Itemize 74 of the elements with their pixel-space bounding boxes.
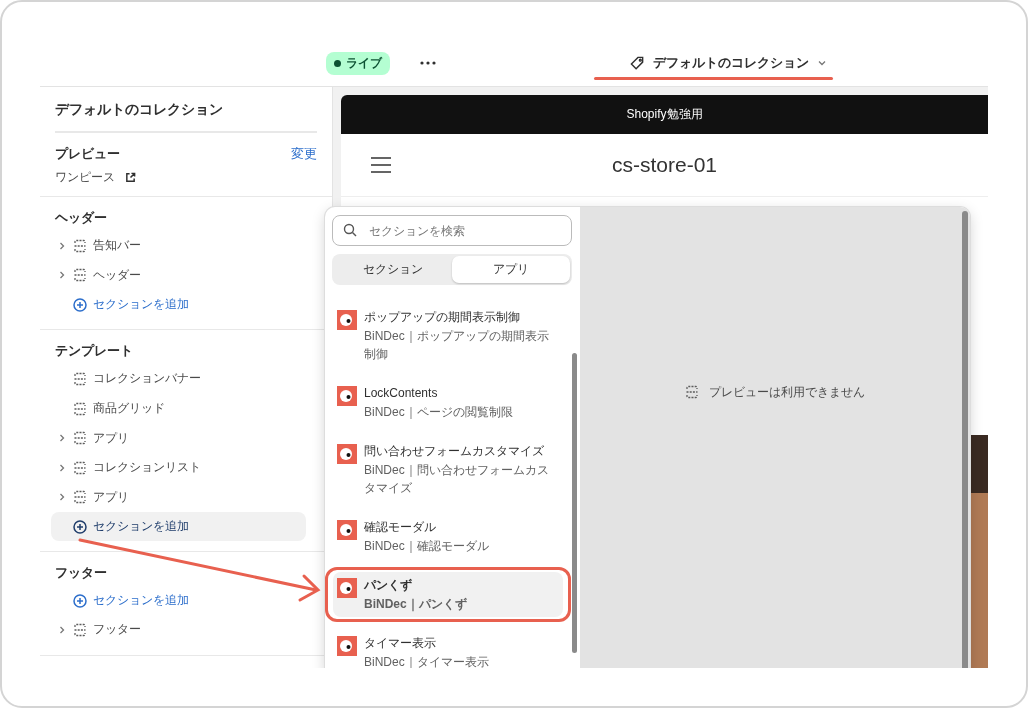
section-icon: [73, 431, 87, 446]
section-item[interactable]: コレクションバナー: [55, 364, 317, 394]
plus-icon: [73, 297, 87, 312]
app-subtitle: BiNDec｜ページの閲覧制限: [364, 404, 513, 421]
tag-icon: [630, 55, 645, 71]
app-title: 確認モーダル: [364, 519, 437, 536]
add-section-button[interactable]: セクションを追加: [51, 586, 306, 616]
section-item[interactable]: フッター: [55, 615, 317, 645]
app-list-item[interactable]: ポップアップの期間表示制御 BiNDec｜ポップアップの期間表示制御: [333, 304, 563, 367]
group-heading: テンプレート: [55, 342, 134, 361]
preview-item: ワンピース: [55, 169, 115, 186]
more-icon[interactable]: [420, 61, 436, 65]
chevron-down-icon: [817, 58, 827, 68]
external-link-icon[interactable]: [125, 172, 136, 183]
group-heading: フッター: [55, 564, 108, 583]
app-logo-icon: [337, 520, 357, 540]
section-item[interactable]: ヘッダー: [55, 260, 317, 291]
app-list-item[interactable]: 問い合わせフォームカスタマイズ BiNDec｜問い合わせフォームカスタマイズ: [333, 438, 563, 501]
app-logo-icon: [337, 386, 357, 406]
status-badge: ライブ: [326, 51, 390, 75]
menu-icon[interactable]: [371, 157, 391, 173]
plus-icon: [73, 593, 87, 608]
app-subtitle: BiNDec｜問い合わせフォームカスタマイズ: [364, 462, 550, 497]
section-item[interactable]: コレクションリスト: [55, 452, 317, 483]
section-item[interactable]: 告知バー: [55, 231, 317, 261]
tab[interactable]: アプリ: [452, 256, 570, 283]
section-icon: [73, 460, 87, 475]
section-item[interactable]: アプリ: [55, 423, 317, 453]
template-selector[interactable]: デフォルトのコレクション: [620, 50, 837, 76]
app-subtitle: BiNDec｜確認モーダル: [364, 538, 489, 555]
app-list-item[interactable]: 確認モーダル BiNDec｜確認モーダル: [333, 514, 563, 559]
chevron-right-icon[interactable]: [57, 240, 67, 251]
group-heading: ヘッダー: [55, 209, 108, 227]
add-section-button[interactable]: セクションを追加: [51, 290, 306, 320]
app-title: 問い合わせフォームカスタマイズ: [364, 443, 545, 460]
change-link[interactable]: 変更: [291, 145, 317, 163]
chevron-right-icon[interactable]: [57, 270, 67, 281]
app-logo-icon: [337, 636, 357, 656]
app-title: タイマー表示: [364, 635, 437, 652]
preview-unavailable-message: プレビューは利用できません: [709, 383, 865, 401]
plus-icon: [73, 519, 87, 534]
app-title: ポップアップの期間表示制御: [364, 309, 521, 326]
app-subtitle: BiNDec｜ポップアップの期間表示制御: [364, 328, 550, 363]
search-icon: [343, 223, 357, 237]
app-title: LockContents: [364, 385, 439, 402]
chevron-right-icon[interactable]: [57, 492, 67, 503]
section-icon: [73, 490, 87, 505]
app-list-item[interactable]: パンくず BiNDec｜パンくず: [333, 572, 563, 617]
chevron-right-icon[interactable]: [57, 462, 67, 473]
sidebar-title: デフォルトのコレクション: [55, 87, 317, 133]
section-icon: [73, 372, 87, 386]
app-logo-icon: [337, 310, 357, 330]
section-icon: [685, 385, 699, 399]
announcement-bar: Shopify勉強用: [341, 95, 988, 134]
app-title: パンくず: [364, 577, 413, 594]
section-icon: [73, 622, 87, 637]
scrollbar[interactable]: [572, 353, 577, 653]
section-item[interactable]: アプリ: [55, 482, 317, 513]
chevron-right-icon[interactable]: [57, 624, 67, 635]
app-list-item[interactable]: LockContents BiNDec｜ページの閲覧制限: [333, 380, 563, 425]
section-icon: [73, 401, 87, 416]
app-logo-icon: [337, 578, 357, 598]
app-logo-icon: [337, 444, 357, 464]
section-item[interactable]: 商品グリッド: [55, 393, 317, 424]
chevron-right-icon[interactable]: [57, 433, 67, 444]
store-name: cs-store-01: [612, 153, 717, 177]
scrollbar[interactable]: [962, 211, 968, 668]
tab[interactable]: セクション: [334, 256, 452, 283]
section-icon: [73, 238, 87, 253]
section-icon: [73, 268, 87, 283]
search-field[interactable]: セクションを検索: [332, 215, 572, 246]
add-section-button[interactable]: セクションを追加: [51, 512, 306, 542]
app-subtitle: BiNDec｜パンくず: [364, 596, 467, 613]
section-heading: プレビュー: [55, 145, 120, 163]
